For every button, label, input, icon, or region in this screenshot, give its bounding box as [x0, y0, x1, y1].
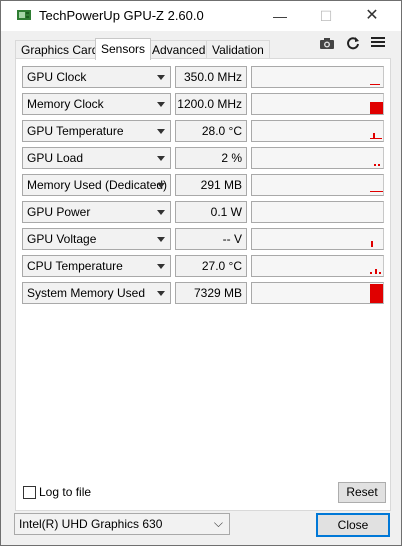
tab-advanced[interactable]: Advanced [146, 40, 212, 59]
sensor-name: GPU Voltage [27, 232, 97, 246]
menu-icon[interactable] [369, 36, 387, 52]
maximize-button[interactable]: ☐ [303, 1, 349, 31]
sensor-value: -- V [175, 228, 247, 250]
reset-button[interactable]: Reset [338, 482, 386, 503]
graph-line [370, 138, 382, 139]
camera-icon[interactable] [318, 36, 336, 52]
graph-line [371, 241, 373, 247]
sensor-graph [251, 93, 384, 115]
sensor-name: GPU Load [27, 151, 84, 165]
graph-line [370, 102, 383, 114]
log-to-file-checkbox[interactable] [23, 486, 36, 499]
minimize-button[interactable]: — [257, 1, 303, 31]
sensor-name: GPU Temperature [27, 124, 124, 138]
sensor-name-select[interactable]: System Memory Used [22, 282, 171, 304]
device-select-value: Intel(R) UHD Graphics 630 [19, 517, 163, 531]
sensor-value: 291 MB [175, 174, 247, 196]
sensor-graph [251, 66, 384, 88]
sensor-graph [251, 255, 384, 277]
device-select[interactable]: Intel(R) UHD Graphics 630 ⌵ [14, 513, 230, 535]
sensor-row: Memory Clock 1200.0 MHz [22, 93, 388, 115]
sensor-name-select[interactable]: CPU Temperature [22, 255, 171, 277]
dropdown-arrow-icon [157, 237, 165, 242]
sensor-value: 27.0 °C [175, 255, 247, 277]
sensor-row: GPU Temperature 28.0 °C [22, 120, 388, 142]
graph-line [378, 164, 380, 166]
sensor-row: GPU Voltage -- V [22, 228, 388, 250]
sensor-name-select[interactable]: Memory Used (Dedicated) [22, 174, 171, 196]
sensor-row: System Memory Used 7329 MB [22, 282, 388, 304]
dropdown-arrow-icon [157, 156, 165, 161]
graph-line [370, 284, 383, 303]
sensor-row: Memory Used (Dedicated) 291 MB [22, 174, 388, 196]
sensor-value: 28.0 °C [175, 120, 247, 142]
dropdown-arrow-icon [157, 291, 165, 296]
sensor-graph [251, 201, 384, 223]
gpu-z-window: TechPowerUp GPU-Z 2.60.0 — ☐ ✕ Graphics … [0, 0, 402, 546]
dropdown-arrow-icon [157, 210, 165, 215]
dropdown-arrow-icon [157, 183, 165, 188]
sensor-row: GPU Load 2 % [22, 147, 388, 169]
graph-line [374, 164, 376, 166]
sensor-name-select[interactable]: GPU Clock [22, 66, 171, 88]
chevron-down-icon: ⌵ [213, 516, 223, 530]
sensor-name: GPU Clock [27, 70, 87, 84]
tab-validation[interactable]: Validation [206, 40, 270, 59]
sensor-name-select[interactable]: GPU Voltage [22, 228, 171, 250]
sensor-value: 1200.0 MHz [175, 93, 247, 115]
sensor-graph [251, 174, 384, 196]
sensor-graph [251, 120, 384, 142]
graph-line [375, 269, 377, 274]
dropdown-arrow-icon [157, 75, 165, 80]
sensor-name: CPU Temperature [27, 259, 123, 273]
sensor-graph [251, 147, 384, 169]
sensor-name: Memory Used (Dedicated) [27, 178, 168, 192]
graph-line [370, 84, 380, 85]
tab-sensors[interactable]: Sensors [95, 38, 152, 60]
sensor-row: GPU Power 0.1 W [22, 201, 388, 223]
gpu-card-icon [17, 10, 31, 20]
graph-line [379, 272, 381, 274]
dropdown-arrow-icon [157, 102, 165, 107]
sensor-row: GPU Clock 350.0 MHz [22, 66, 388, 88]
sensor-name-select[interactable]: GPU Power [22, 201, 171, 223]
sensors-panel: GPU Clock 350.0 MHz Memory Clock 1200.0 … [15, 58, 391, 511]
sensor-value: 7329 MB [175, 282, 247, 304]
sensor-value: 0.1 W [175, 201, 247, 223]
sensor-value: 2 % [175, 147, 247, 169]
sensor-name-select[interactable]: Memory Clock [22, 93, 171, 115]
sensor-graph [251, 228, 384, 250]
graph-line [370, 272, 372, 274]
sensor-graph [251, 282, 384, 304]
sensor-name: System Memory Used [27, 286, 146, 300]
dropdown-arrow-icon [157, 264, 165, 269]
close-button[interactable]: Close [316, 513, 390, 537]
close-window-button[interactable]: ✕ [349, 1, 395, 31]
sensor-name-select[interactable]: GPU Temperature [22, 120, 171, 142]
sensor-value: 350.0 MHz [175, 66, 247, 88]
tab-graphics-card[interactable]: Graphics Card [15, 40, 105, 59]
sensor-name: GPU Power [27, 205, 91, 219]
sensor-row: CPU Temperature 27.0 °C [22, 255, 388, 277]
refresh-icon[interactable] [344, 36, 362, 52]
sensor-name-select[interactable]: GPU Load [22, 147, 171, 169]
dropdown-arrow-icon [157, 129, 165, 134]
graph-line [370, 191, 383, 192]
sensor-name: Memory Clock [27, 97, 104, 111]
window-title: TechPowerUp GPU-Z 2.60.0 [39, 8, 204, 23]
title-bar[interactable]: TechPowerUp GPU-Z 2.60.0 — ☐ ✕ [1, 1, 401, 31]
log-to-file-label: Log to file [39, 485, 92, 499]
